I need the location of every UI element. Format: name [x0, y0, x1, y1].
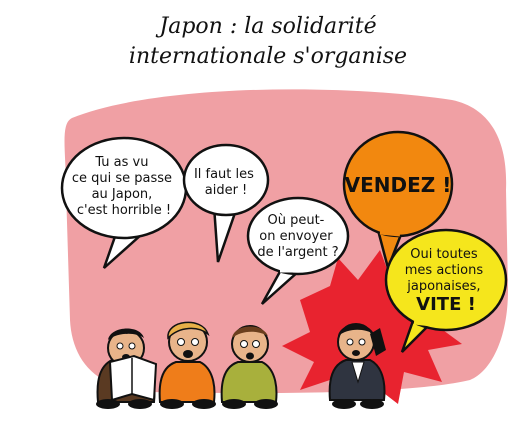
newspaper-icon [108, 354, 158, 402]
svg-text:Où peut- on envoyer: Où peut- on envoyer de l'argent ? [257, 213, 338, 260]
comic-illustration: Japon : la solidarité internationale s'o… [60, 14, 508, 409]
bubble-argent-line-1: Où peut- [267, 213, 324, 228]
bubble-argent-line-2: on envoyer [259, 229, 333, 244]
bubble-argent-line-3: de l'argent ? [257, 245, 338, 260]
bubble-japon-line-2: ce qui se passe [72, 171, 172, 186]
bubble-japon-line-3: au Japon, [92, 187, 153, 202]
bubble-japon-line-1: Tu as vu [94, 155, 148, 170]
bubble-actions-line-2: mes actions [405, 263, 484, 278]
bubble-actions-line-1: Oui toutes [410, 247, 478, 262]
svg-text:Oui toutes mes actions: Oui toutes mes actions japonaises, VITE … [405, 247, 488, 315]
title-line-1: Japon : la solidarité [155, 14, 376, 39]
bubble-actions-line-4: VITE ! [416, 294, 476, 315]
bubble-actions-line-3: japonaises, [406, 279, 480, 294]
title-line-2: internationale s'organise [129, 44, 407, 69]
bubble-vendez-text: VENDEZ ! [345, 173, 452, 197]
bubble-japon-line-4: c'est horrible ! [77, 203, 171, 218]
character-trader [328, 323, 386, 409]
comic-panel: Japon : la solidarité internationale s'o… [0, 0, 520, 421]
bubble-aider-line-2: aider ! [205, 183, 248, 198]
bubble-aider-line-1: Il faut les [194, 167, 254, 182]
